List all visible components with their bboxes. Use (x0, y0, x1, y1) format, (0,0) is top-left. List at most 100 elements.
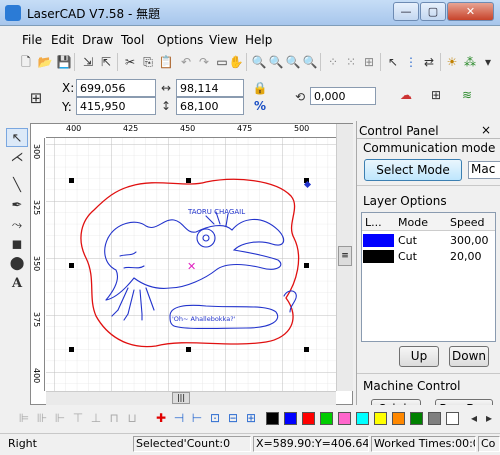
drawing-canvas[interactable]: TAORU CHAGAIL 'Oh~ Ahallebokka?' ✕ (46, 138, 336, 391)
color-swatch-pink[interactable] (338, 412, 351, 425)
array-icon[interactable]: ⋮ (403, 54, 419, 70)
align-right-icon[interactable]: ⊩ (52, 410, 68, 426)
horizontal-scrollbar[interactable]: ||| (46, 391, 336, 405)
export-icon[interactable]: ⇱ (98, 54, 114, 70)
height-field[interactable] (176, 97, 244, 115)
same-size-icon[interactable]: ⊟ (225, 410, 241, 426)
ruler-horizontal: 400 425 450 475 500 (46, 124, 336, 138)
status-selected-count: Selected'Count:0 (133, 436, 251, 452)
color-swatch-green[interactable] (320, 412, 333, 425)
layout-grid-icon[interactable]: ⊞ (428, 87, 444, 103)
layer-col-header[interactable]: L... (365, 216, 382, 229)
palette-next-icon[interactable]: ▸ (481, 410, 497, 426)
distribute-icon[interactable]: ⊔ (124, 410, 140, 426)
zoom-in-icon[interactable]: 🔍 (251, 54, 267, 70)
scroll-thumb-vertical[interactable]: ≡ (338, 246, 352, 266)
grid-origin-icon[interactable]: ⊞ (28, 90, 44, 106)
paste-icon[interactable]: 📋 (158, 54, 174, 70)
pan-hand-icon[interactable]: ✋ (228, 54, 244, 70)
menu-tool[interactable]: Tool (121, 33, 144, 47)
group-icon[interactable]: ⁘ (325, 54, 341, 70)
node-edit-icon[interactable]: ↖ (385, 54, 401, 70)
same-width-icon[interactable]: ⊢ (189, 410, 205, 426)
same-height-icon[interactable]: ⊡ (207, 410, 223, 426)
node-tool-icon[interactable]: ⋌ (6, 148, 28, 167)
select-arrow-icon[interactable]: ↖ (6, 128, 28, 147)
percent-toggle[interactable]: % (254, 99, 266, 113)
layers-icon[interactable]: ≋ (459, 87, 475, 103)
pen-tool-icon[interactable]: ✒ (6, 196, 28, 215)
color-swatch-yellow[interactable] (374, 412, 387, 425)
zoom-out-icon[interactable]: 🔍 (268, 54, 284, 70)
menu-file[interactable]: File (22, 33, 42, 47)
settings-dots-icon[interactable]: ⁂ (462, 54, 478, 70)
menu-options[interactable]: Options (157, 33, 203, 47)
text-tool-icon[interactable]: A (6, 274, 28, 293)
panel-dropdown-icon[interactable] (478, 124, 498, 136)
layer-row[interactable]: Cut 20,00 (362, 249, 495, 264)
spacing-icon[interactable]: ⊞ (243, 410, 259, 426)
align-left-icon[interactable]: ⊫ (16, 410, 32, 426)
status-worked-times: Worked Times:00:00 (371, 436, 476, 452)
ruler-tick-label: 400 (32, 368, 41, 384)
x-position-field[interactable] (76, 79, 156, 97)
rotation-field[interactable] (310, 87, 376, 105)
center-cross-icon[interactable]: ✚ (153, 410, 169, 426)
color-swatch-red[interactable] (302, 412, 315, 425)
more-icon[interactable]: ▾ (480, 54, 496, 70)
color-swatch-black[interactable] (266, 412, 279, 425)
ungroup-icon[interactable]: ⁙ (343, 54, 359, 70)
curve-tool-icon[interactable]: ⤳ (6, 216, 28, 235)
layer-down-button[interactable]: Down (449, 346, 489, 367)
color-swatch-dark-green[interactable] (410, 412, 423, 425)
palette-prev-icon[interactable]: ◂ (466, 410, 482, 426)
light-icon[interactable]: ☀ (444, 54, 460, 70)
color-swatch-blue[interactable] (284, 412, 297, 425)
layer-col-header[interactable]: Mode (398, 216, 428, 229)
combine-icon[interactable]: ⊞ (361, 54, 377, 70)
window-title: LaserCAD V7.58 - 無題 (27, 7, 161, 21)
save-icon[interactable]: 💾 (56, 54, 72, 70)
color-swatch-white[interactable] (446, 412, 459, 425)
copy-icon[interactable]: ⎘ (140, 54, 156, 70)
new-file-icon[interactable]: 🗋 (18, 54, 34, 70)
mac-field[interactable]: Mac (468, 161, 500, 179)
lock-icon[interactable]: 🔒 (252, 80, 268, 96)
menu-view[interactable]: View (209, 33, 237, 47)
import-icon[interactable]: ⇲ (80, 54, 96, 70)
rectangle-tool-icon[interactable]: ◼ (6, 235, 28, 254)
menu-help[interactable]: Help (245, 33, 272, 47)
align-middle-icon[interactable]: ⊥ (88, 410, 104, 426)
align-top-icon[interactable]: ⊤ (70, 410, 86, 426)
scroll-thumb-horizontal[interactable]: ||| (172, 392, 190, 404)
minimize-button[interactable]: — (393, 2, 419, 21)
menu-draw[interactable]: Draw (82, 33, 113, 47)
zoom-all-icon[interactable]: 🔍 (302, 54, 318, 70)
open-folder-icon[interactable]: 📂 (37, 54, 53, 70)
line-tool-icon[interactable]: ╲ (6, 176, 28, 195)
maximize-button[interactable]: ▢ (420, 2, 446, 21)
ellipse-tool-icon[interactable]: ⬤ (6, 254, 28, 273)
layer-col-header[interactable]: Speed (450, 216, 484, 229)
vertical-scrollbar[interactable]: ≡ (336, 124, 353, 391)
zoom-fit-icon[interactable]: 🔍 (285, 54, 301, 70)
undo-icon[interactable]: ↶ (178, 54, 194, 70)
menu-edit[interactable]: Edit (51, 33, 74, 47)
mirror-icon[interactable]: ⇄ (421, 54, 437, 70)
align-page-icon[interactable]: ⊣ (171, 410, 187, 426)
layer-mode: Cut (398, 234, 417, 247)
close-button[interactable]: ✕ (447, 2, 494, 21)
color-swatch-gray[interactable] (428, 412, 441, 425)
laser-icon[interactable]: ☁ (398, 87, 414, 103)
layer-up-button[interactable]: Up (399, 346, 439, 367)
align-center-icon[interactable]: ⊪ (34, 410, 50, 426)
color-swatch-cyan[interactable] (356, 412, 369, 425)
select-mode-button[interactable]: Select Mode (364, 159, 462, 181)
cut-icon[interactable]: ✂ (122, 54, 138, 70)
align-bottom-icon[interactable]: ⊓ (106, 410, 122, 426)
y-position-field[interactable] (76, 97, 156, 115)
redo-icon[interactable]: ↷ (196, 54, 212, 70)
color-swatch-orange[interactable] (392, 412, 405, 425)
width-field[interactable] (176, 79, 244, 97)
layer-row[interactable]: Cut 300,00 (362, 233, 495, 248)
